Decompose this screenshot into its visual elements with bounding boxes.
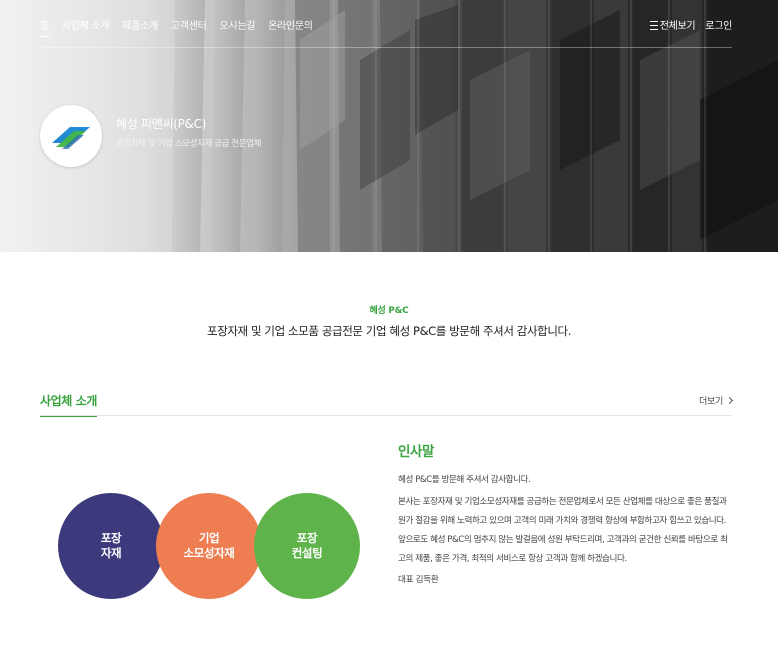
section-header: 사업체 소개 더보기 [40,392,734,417]
nav-divider [40,47,732,48]
greeting-intro: 혜성 P&C를 방문해 주셔서 감사합니다. [398,475,531,485]
company-logo [40,105,102,167]
circle-label: 포장 자재 [100,531,122,560]
all-view-button[interactable]: 전체보기 [649,17,696,32]
welcome-kicker: 혜성 P&C [369,306,409,316]
greeting-body: 본사는 포장자재 및 기업소모성자재를 공급하는 전문업체로서 모든 산업체를 … [398,497,728,564]
greeting-block: 인사말 혜성 P&C를 방문해 주셔서 감사합니다. 본사는 포장자재 및 기업… [398,440,734,585]
nav-item-directions[interactable]: 오시는길 [220,17,256,32]
login-link[interactable]: 로그인 [705,17,732,32]
nav-utility: 전체보기 로그인 [640,17,732,32]
brand-name: 혜성 피앤씨(P&C) [116,117,207,131]
business-area-diagram: 포장 자재 기업 소모성자재 포장 컨설팅 [58,493,360,601]
greeting-title: 인사말 [398,444,435,460]
welcome-message: 포장자재 및 기업 소모품 공급전문 기업 혜성 P&C를 방문해 주셔서 감사… [207,324,571,338]
nav-item-home[interactable]: 홈 [40,17,49,37]
nav-item-products[interactable]: 제품소개 [122,17,158,32]
nav-item-customer-center[interactable]: 고객센터 [171,17,207,32]
nav-item-company[interactable]: 사업체 소개 [62,17,110,32]
more-label: 더보기 [699,397,723,407]
logo-mark-icon [52,127,90,149]
chevron-right-icon [725,396,734,405]
brand-subtitle: 포장자재 및 기업 소모성자재 공급 전문업체 [116,139,262,149]
circle-packaging-materials: 포장 자재 [58,493,164,599]
circle-packaging-consulting: 포장 컨설팅 [254,493,360,599]
top-navigation: 홈 사업체 소개 제품소개 고객센터 오시는길 온라인문의 전체보기 로그인 [40,16,732,37]
section-title: 사업체 소개 [40,392,97,417]
nav-item-online-inquiry[interactable]: 온라인문의 [268,17,313,32]
hero-banner: 홈 사업체 소개 제품소개 고객센터 오시는길 온라인문의 전체보기 로그인 혜… [0,0,778,252]
section-divider [40,415,732,416]
greeting-signature: 대표 김득환 [398,575,439,585]
circle-label: 기업 소모성자재 [183,531,235,560]
circle-consumables: 기업 소모성자재 [156,493,262,599]
more-link[interactable]: 더보기 [699,394,734,407]
menu-icon [649,20,658,30]
all-view-label: 전체보기 [659,20,696,32]
circle-label: 포장 컨설팅 [291,531,323,560]
